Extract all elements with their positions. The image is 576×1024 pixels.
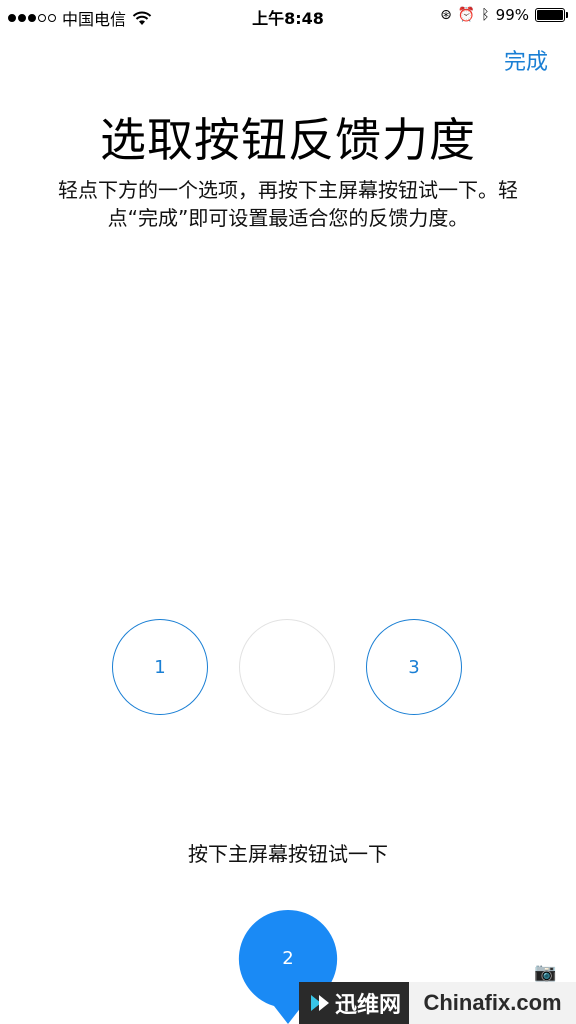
option-1-button[interactable]: 1: [112, 619, 208, 715]
battery-icon: [535, 8, 568, 22]
camera-watermark-icon: 📷: [534, 962, 557, 983]
instruction-text: 按下主屏幕按钮试一下: [188, 842, 388, 866]
battery-percent: 99%: [495, 6, 529, 24]
page-description: 轻点下方的一个选项，再按下主屏幕按钮试一下。轻点“完成”即可设置最适合您的反馈力…: [58, 178, 518, 230]
battery-fill: [537, 10, 563, 20]
watermark-left: 迅维网: [299, 982, 410, 1024]
selected-option-label: 2: [282, 948, 294, 969]
alarm-icon: ⏰: [457, 7, 476, 23]
option-2-button[interactable]: 2: [239, 619, 335, 715]
watermark-left-text: 迅维网: [335, 993, 402, 1018]
done-button[interactable]: 完成: [504, 44, 548, 76]
option-3-button[interactable]: 3: [366, 619, 462, 715]
watermark-logo-icon: [311, 995, 329, 1011]
screen: 中国电信 上午8:48 ⊛ ⏰ ᛒ 99% 完成 选取按钮反馈力度 轻点下方的一…: [0, 0, 576, 1024]
watermark: 迅维网 Chinafix.com: [299, 982, 576, 1024]
bluetooth-icon: ᛒ: [481, 7, 490, 23]
page-title: 选取按钮反馈力度: [100, 113, 476, 167]
status-bar: 中国电信 上午8:48 ⊛ ⏰ ᛒ 99%: [0, 0, 576, 32]
orientation-lock-icon: ⊛: [440, 7, 452, 23]
watermark-right-text: Chinafix.com: [409, 982, 576, 1024]
status-right: ⊛ ⏰ ᛒ 99%: [440, 6, 568, 24]
